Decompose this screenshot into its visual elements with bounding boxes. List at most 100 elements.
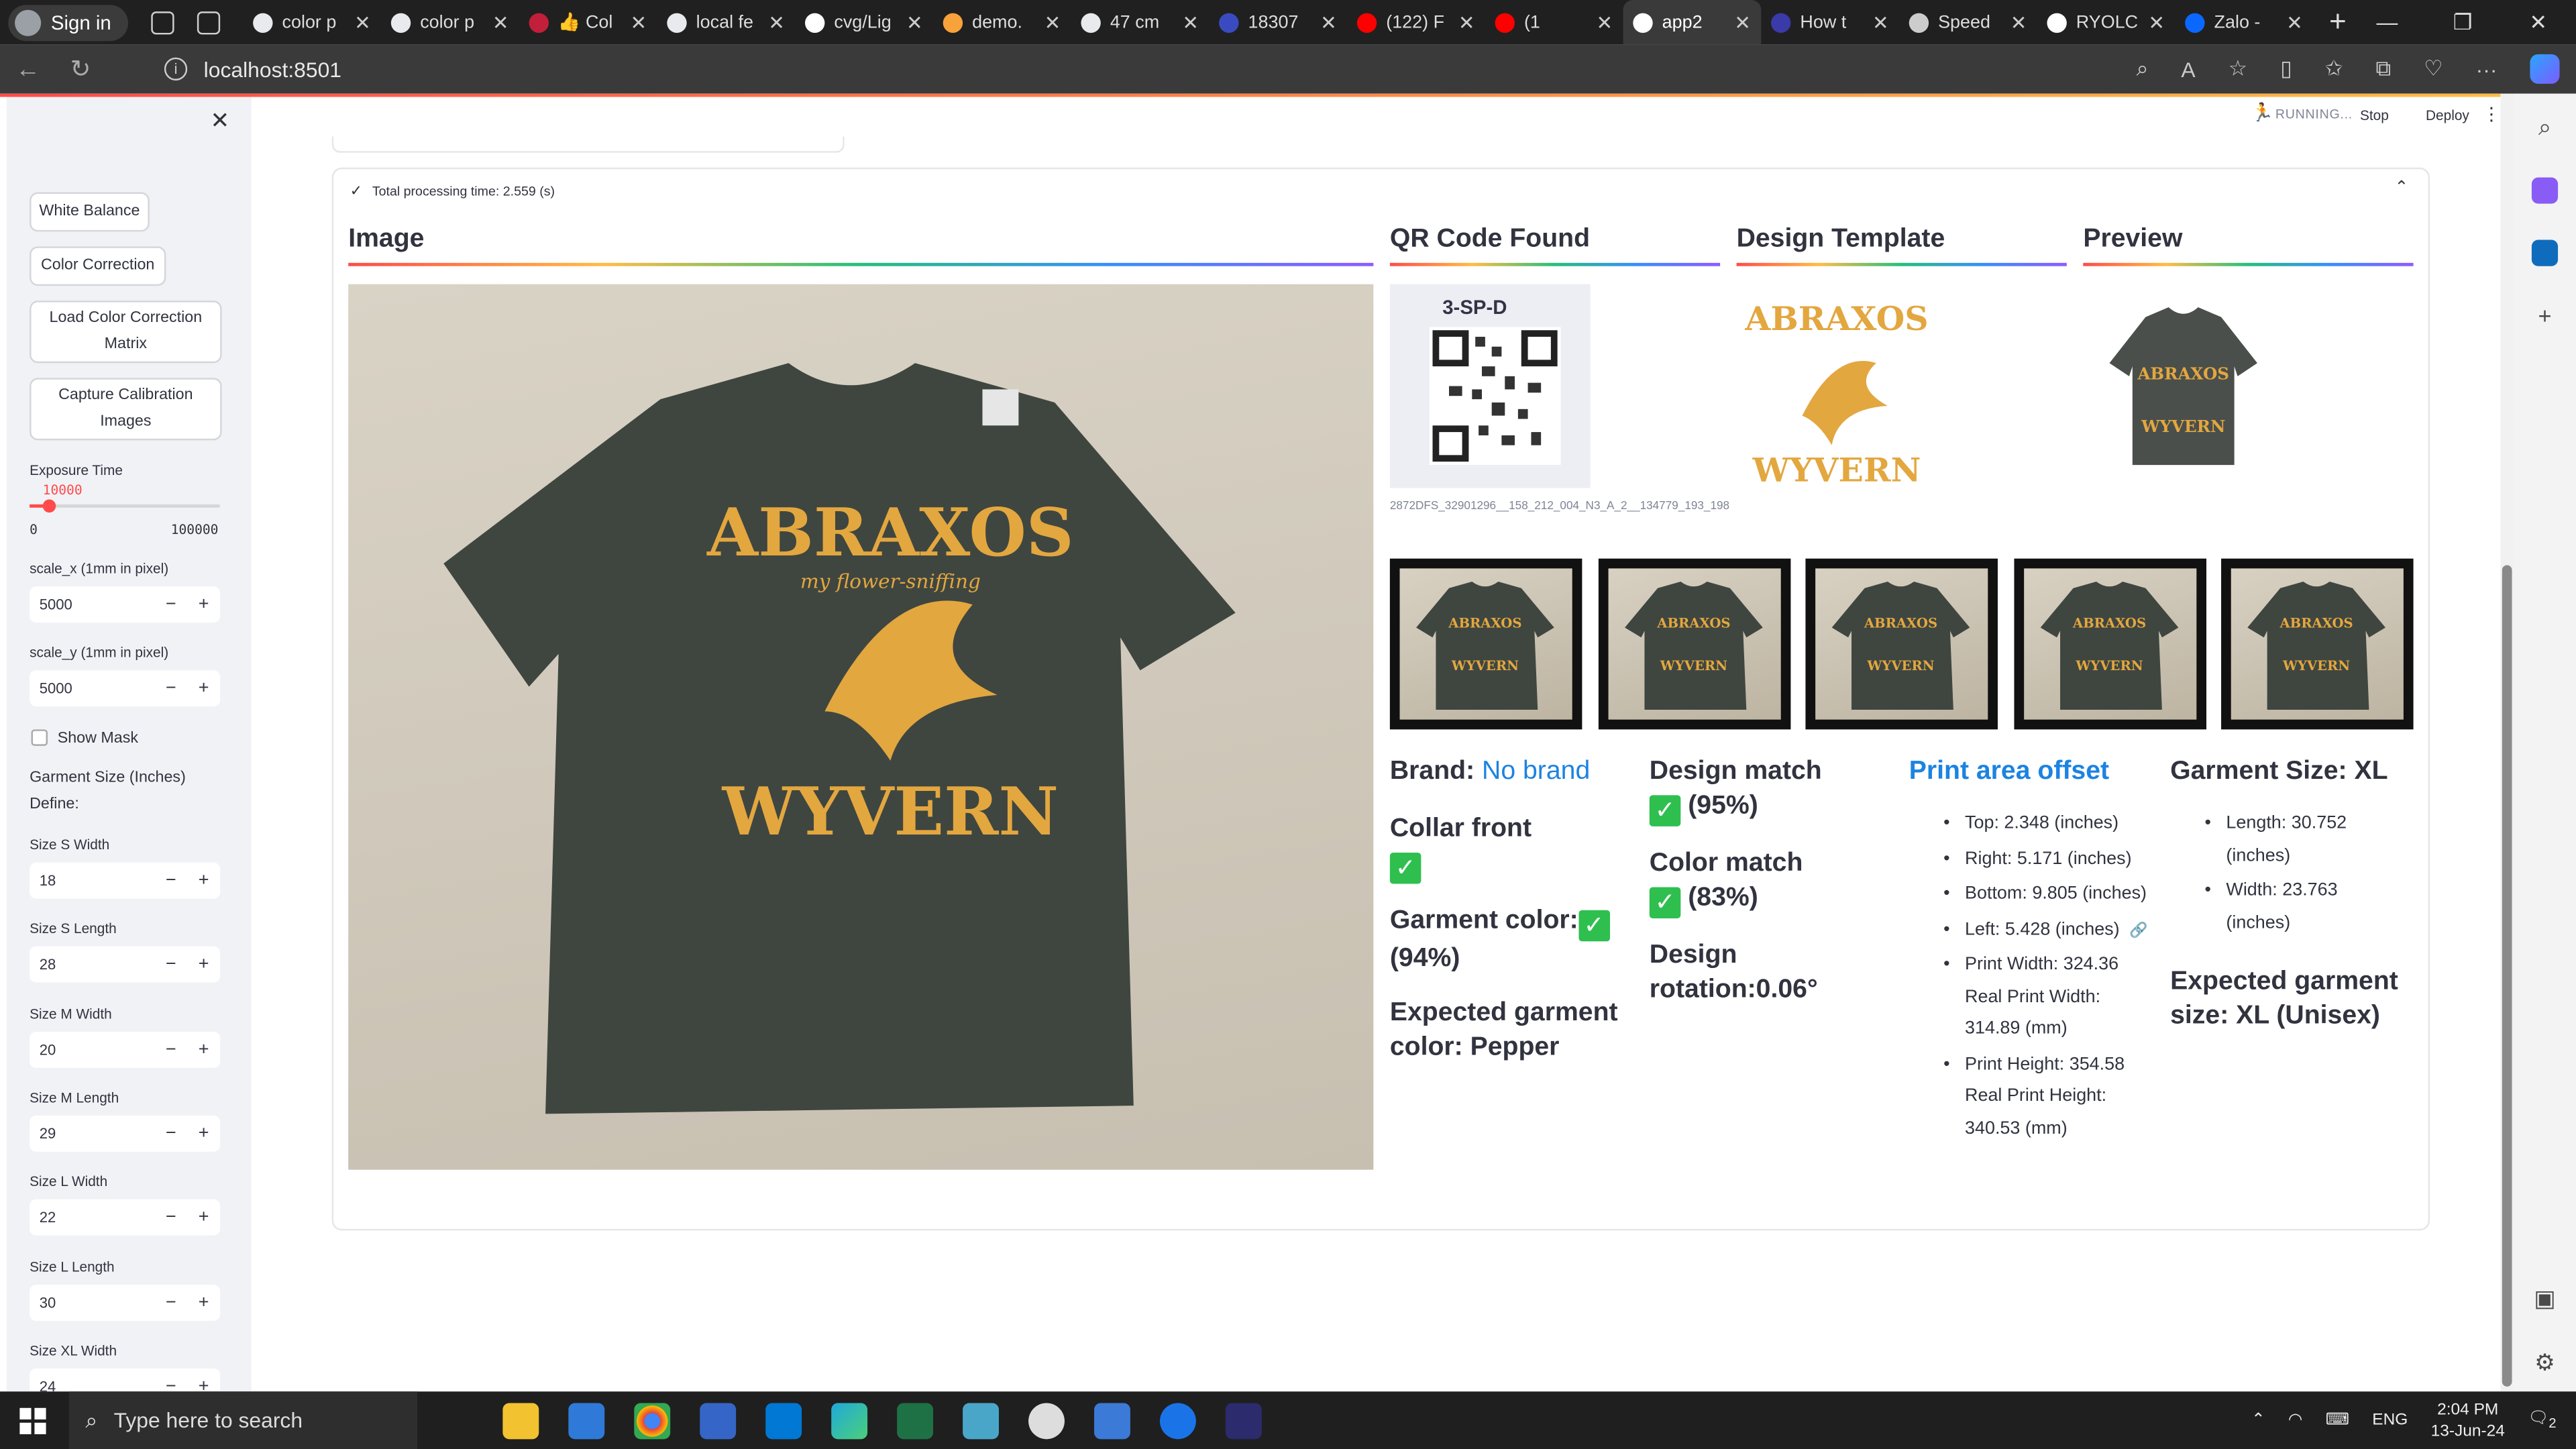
size-input[interactable]: 18− + bbox=[30, 862, 221, 899]
close-tab-icon[interactable]: ✕ bbox=[1872, 11, 1889, 34]
calculator-icon[interactable] bbox=[1094, 1402, 1130, 1439]
windows-start-icon[interactable] bbox=[19, 1407, 46, 1434]
taskbar-search[interactable]: ⌕ Type here to search bbox=[68, 1391, 418, 1449]
browser-tab[interactable]: cvg/Lig ✕ bbox=[795, 0, 933, 44]
size-increment[interactable]: + bbox=[187, 1124, 220, 1143]
size-increment[interactable]: + bbox=[187, 1208, 220, 1227]
size-decrement[interactable]: − bbox=[154, 1124, 187, 1143]
flag-icon[interactable] bbox=[1225, 1402, 1262, 1439]
browser-tab[interactable]: 18307 ✕ bbox=[1209, 0, 1347, 44]
size-input[interactable]: 30− + bbox=[30, 1283, 221, 1320]
browser-essentials-icon[interactable]: ♡ bbox=[2424, 56, 2443, 82]
size-input[interactable]: 28− + bbox=[30, 947, 221, 983]
tab-actions-icon[interactable] bbox=[197, 10, 220, 34]
deploy-button[interactable]: Deploy bbox=[2426, 107, 2469, 123]
link-icon[interactable]: 🔗 bbox=[2129, 921, 2147, 937]
url-field[interactable]: localhost:8501 bbox=[204, 56, 341, 81]
close-tab-icon[interactable]: ✕ bbox=[1320, 11, 1337, 34]
close-tab-icon[interactable]: ✕ bbox=[354, 11, 371, 34]
browser-tab[interactable]: demo. ✕ bbox=[932, 0, 1071, 44]
exposure-slider-thumb[interactable] bbox=[42, 499, 56, 513]
size-input[interactable]: 29− + bbox=[30, 1115, 221, 1152]
close-tab-icon[interactable]: ✕ bbox=[2286, 11, 2303, 34]
load-ccm-button[interactable]: Load Color Correction Matrix bbox=[30, 301, 222, 364]
scale-x-value[interactable]: 5000 bbox=[30, 596, 154, 612]
scale-x-decrement[interactable]: − bbox=[154, 595, 187, 614]
more-menu-icon[interactable]: ··· bbox=[2476, 56, 2498, 81]
show-mask-checkbox[interactable] bbox=[31, 729, 48, 746]
close-tab-icon[interactable]: ✕ bbox=[2010, 11, 2027, 34]
close-tab-icon[interactable]: ✕ bbox=[492, 11, 509, 34]
workspaces-icon[interactable] bbox=[150, 10, 174, 34]
browser-tab[interactable]: (1 ✕ bbox=[1485, 0, 1623, 44]
collections-icon[interactable]: ⧉ bbox=[2375, 56, 2391, 82]
size-decrement[interactable]: − bbox=[154, 1292, 187, 1311]
close-tab-icon[interactable]: ✕ bbox=[906, 11, 923, 34]
size-increment[interactable]: + bbox=[187, 1292, 220, 1311]
scale-y-increment[interactable]: + bbox=[187, 678, 220, 698]
browser-tab[interactable]: Zalo - ✕ bbox=[2175, 0, 2313, 44]
size-decrement[interactable]: − bbox=[154, 955, 187, 975]
clock[interactable]: 2:04 PM 13-Jun-24 bbox=[2431, 1399, 2505, 1442]
size-value[interactable]: 29 bbox=[30, 1125, 154, 1141]
scale-x-increment[interactable]: + bbox=[187, 595, 220, 614]
notification-icon[interactable]: 🗨2 bbox=[2528, 1409, 2556, 1431]
vscode-icon[interactable] bbox=[765, 1402, 802, 1439]
size-decrement[interactable]: − bbox=[154, 1208, 187, 1227]
chrome-icon[interactable] bbox=[634, 1402, 671, 1439]
file-explorer-icon[interactable] bbox=[502, 1402, 539, 1439]
favorite-star-icon[interactable]: ☆ bbox=[2229, 56, 2248, 82]
browser-tab[interactable]: color p ✕ bbox=[380, 0, 519, 44]
size-decrement[interactable]: − bbox=[154, 871, 187, 890]
close-tab-icon[interactable]: ✕ bbox=[631, 11, 647, 34]
tray-chevron-icon[interactable]: ⌃ bbox=[2251, 1411, 2265, 1430]
browser-tab[interactable]: How t ✕ bbox=[1761, 0, 1899, 44]
paint-icon[interactable] bbox=[1028, 1402, 1065, 1439]
capture-calibration-button[interactable]: Capture Calibration Images bbox=[30, 378, 222, 441]
exposure-slider[interactable] bbox=[30, 499, 221, 513]
collapse-chevron-icon[interactable]: ⌃ bbox=[2395, 179, 2409, 197]
size-value[interactable]: 24 bbox=[30, 1378, 154, 1391]
wifi-icon[interactable]: ◠ bbox=[2288, 1411, 2302, 1430]
settings-gear-icon[interactable]: ⚙ bbox=[2534, 1349, 2555, 1377]
close-window-button[interactable]: ✕ bbox=[2500, 0, 2576, 44]
size-increment[interactable]: + bbox=[187, 871, 220, 890]
color-correction-button[interactable]: Color Correction bbox=[30, 246, 166, 286]
zoom-icon[interactable]: ⌕ bbox=[2137, 56, 2149, 82]
size-value[interactable]: 30 bbox=[30, 1294, 154, 1310]
size-decrement[interactable]: − bbox=[154, 1039, 187, 1059]
add-sidebar-icon[interactable]: + bbox=[2538, 303, 2551, 329]
close-tab-icon[interactable]: ✕ bbox=[1458, 11, 1475, 34]
outlook-icon[interactable] bbox=[2531, 239, 2559, 266]
screenshot-icon[interactable]: ▣ bbox=[2534, 1285, 2555, 1313]
page-scrollbar[interactable] bbox=[2500, 93, 2514, 1392]
browser-tab[interactable]: (122) F ✕ bbox=[1346, 0, 1485, 44]
language-indicator[interactable]: ENG bbox=[2372, 1411, 2408, 1430]
expander-header[interactable]: ✓ Total processing time: 2.559 (s) bbox=[350, 182, 555, 201]
main-menu-icon[interactable]: ⋮ bbox=[2482, 103, 2500, 125]
excel-icon[interactable] bbox=[897, 1402, 934, 1439]
size-increment[interactable]: + bbox=[187, 955, 220, 975]
site-info-icon[interactable]: i bbox=[164, 57, 188, 81]
read-aloud-icon[interactable]: A bbox=[2181, 56, 2195, 81]
search-icon[interactable]: ⌕ bbox=[2538, 113, 2551, 142]
size-increment[interactable]: + bbox=[187, 1039, 220, 1059]
browser-tab[interactable]: 47 cm ✕ bbox=[1071, 0, 1209, 44]
app-icon[interactable] bbox=[700, 1402, 737, 1439]
browser-tab[interactable]: app2 ✕ bbox=[1622, 0, 1761, 45]
split-screen-icon[interactable]: ▯ bbox=[2280, 56, 2292, 82]
copilot-icon[interactable] bbox=[2530, 54, 2560, 84]
stop-button[interactable]: Stop bbox=[2360, 107, 2389, 123]
size-value[interactable]: 20 bbox=[30, 1041, 154, 1057]
edge-icon[interactable] bbox=[831, 1402, 868, 1439]
size-value[interactable]: 18 bbox=[30, 872, 154, 888]
scrollbar-thumb[interactable] bbox=[2502, 565, 2512, 1387]
zalo-taskbar-icon[interactable] bbox=[1159, 1402, 1196, 1439]
size-decrement[interactable]: − bbox=[154, 1377, 187, 1392]
scale-x-input[interactable]: 5000 − + bbox=[30, 586, 221, 623]
scale-y-value[interactable]: 5000 bbox=[30, 680, 154, 696]
scale-y-input[interactable]: 5000 − + bbox=[30, 670, 221, 707]
refresh-button[interactable]: ↻ bbox=[52, 54, 108, 84]
favorites-icon[interactable]: ✩ bbox=[2325, 56, 2343, 82]
size-input[interactable]: 20− + bbox=[30, 1030, 221, 1067]
